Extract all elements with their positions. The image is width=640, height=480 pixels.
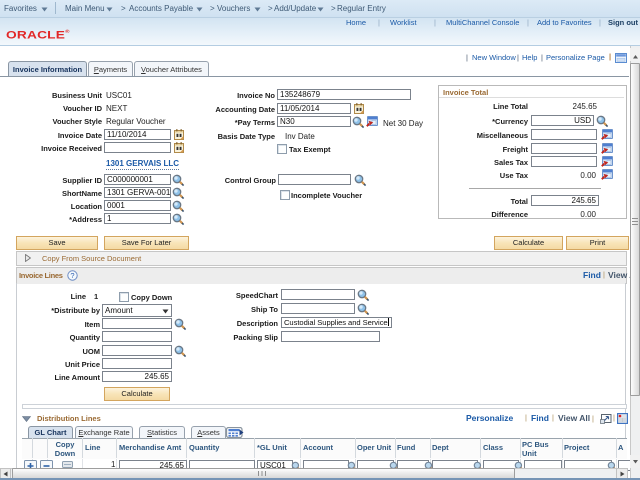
svg-text:?: ? — [70, 271, 74, 280]
